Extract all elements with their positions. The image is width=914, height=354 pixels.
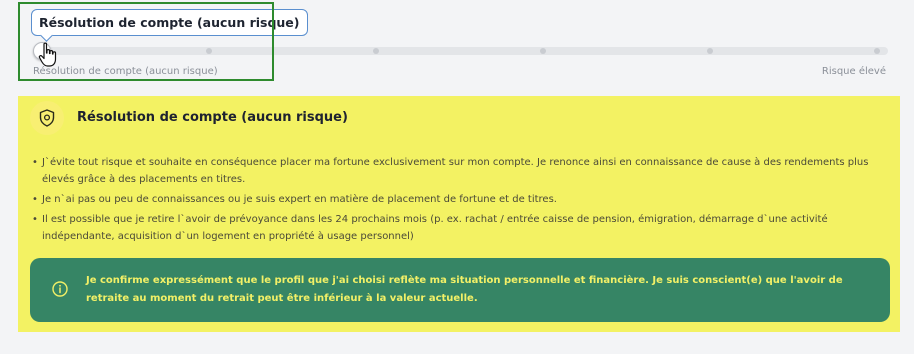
list-item: Je n`ai pas ou peu de connaissances ou j… — [32, 191, 890, 208]
slider-step-dot[interactable] — [707, 48, 713, 54]
list-item: J`évite tout risque et souhaite en consé… — [32, 154, 890, 188]
slider-min-label: Résolution de compte (aucun risque) — [33, 66, 218, 77]
criteria-list: J`évite tout risque et souhaite en consé… — [32, 154, 890, 248]
slider-step-dot[interactable] — [373, 48, 379, 54]
slider-max-label: Risque élevé — [821, 66, 886, 77]
list-item: Il est possible que je retire l`avoir de… — [32, 211, 890, 245]
slider-step-dot[interactable] — [540, 48, 546, 54]
shield-icon — [30, 101, 64, 135]
risk-profile-card: Résolution de compte (aucun risque) J`év… — [18, 96, 900, 332]
confirmation-notice: Je confirme expressément que le profil q… — [30, 258, 890, 322]
hand-pointer-cursor-icon — [38, 42, 57, 67]
slider-step-dot[interactable] — [206, 48, 212, 54]
card-title: Résolution de compte (aucun risque) — [77, 110, 348, 125]
info-icon — [52, 281, 68, 297]
slider-track[interactable] — [40, 47, 888, 55]
slider-tooltip: Résolution de compte (aucun risque) — [31, 9, 308, 36]
notice-text: Je confirme expressément que le profil q… — [86, 275, 843, 304]
risk-slider[interactable]: Résolution de compte (aucun risque) Réso… — [0, 0, 914, 95]
slider-step-dot[interactable] — [874, 48, 880, 54]
